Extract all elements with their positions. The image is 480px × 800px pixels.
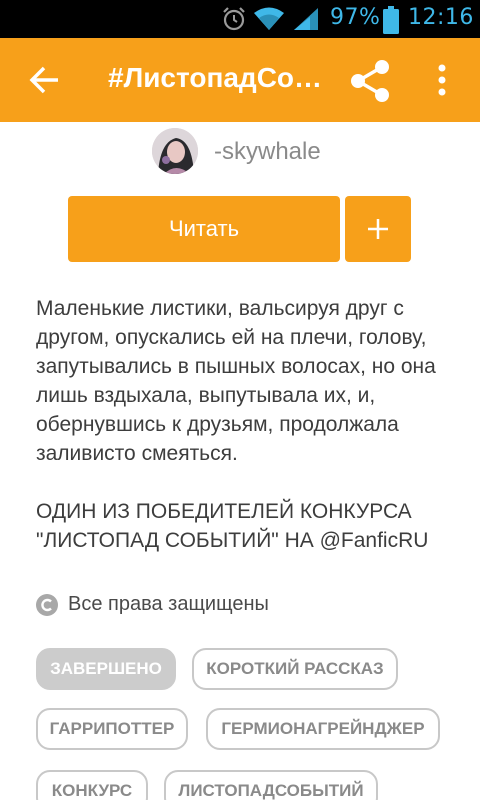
read-button[interactable]: Читать: [68, 196, 340, 262]
description-paragraph: ОДИН ИЗ ПОБЕДИТЕЛЕЙ КОНКУРСА "ЛИСТОПАД С…: [36, 500, 429, 552]
wifi-icon: [254, 7, 284, 30]
add-button[interactable]: [345, 196, 411, 262]
plus-icon: [368, 219, 388, 239]
author-name[interactable]: -skywhale: [214, 138, 321, 166]
description-paragraph: Маленькие листики, вальсируя друг с друг…: [36, 297, 436, 465]
description: Маленькие листики, вальсируя друг с друг…: [36, 294, 456, 584]
app-bar: #ЛистопадСобытий: [0, 38, 480, 122]
copyright-icon: [36, 594, 58, 616]
page-title: #ЛистопадСобытий: [108, 62, 328, 93]
tag-listopadsobytiy[interactable]: ЛИСТОПАДСОБЫТИЙ: [164, 770, 378, 800]
tag-completed[interactable]: ЗАВЕРШЕНО: [36, 648, 176, 690]
status-bar: 97% 12:16: [0, 0, 480, 38]
battery-percent: 97%: [330, 5, 381, 30]
clock: 12:16: [408, 5, 474, 30]
more-vert-icon[interactable]: [430, 60, 454, 104]
share-icon[interactable]: [348, 58, 394, 104]
battery-icon: [383, 6, 399, 34]
cell-signal-icon: [294, 8, 318, 30]
tag-short-story[interactable]: КОРОТКИЙ РАССКАЗ: [192, 648, 398, 690]
tag-contest[interactable]: КОНКУРС: [36, 770, 148, 800]
tag-hermionegranger[interactable]: ГЕРМИОНАГРЕЙНДЖЕР: [206, 708, 440, 750]
alarm-icon: [223, 7, 245, 31]
rights-text: Все права защищены: [68, 593, 269, 615]
tag-harrypotter[interactable]: ГАРРИПОТТЕР: [36, 708, 188, 750]
back-arrow-icon[interactable]: [22, 58, 66, 102]
avatar[interactable]: [152, 128, 198, 174]
